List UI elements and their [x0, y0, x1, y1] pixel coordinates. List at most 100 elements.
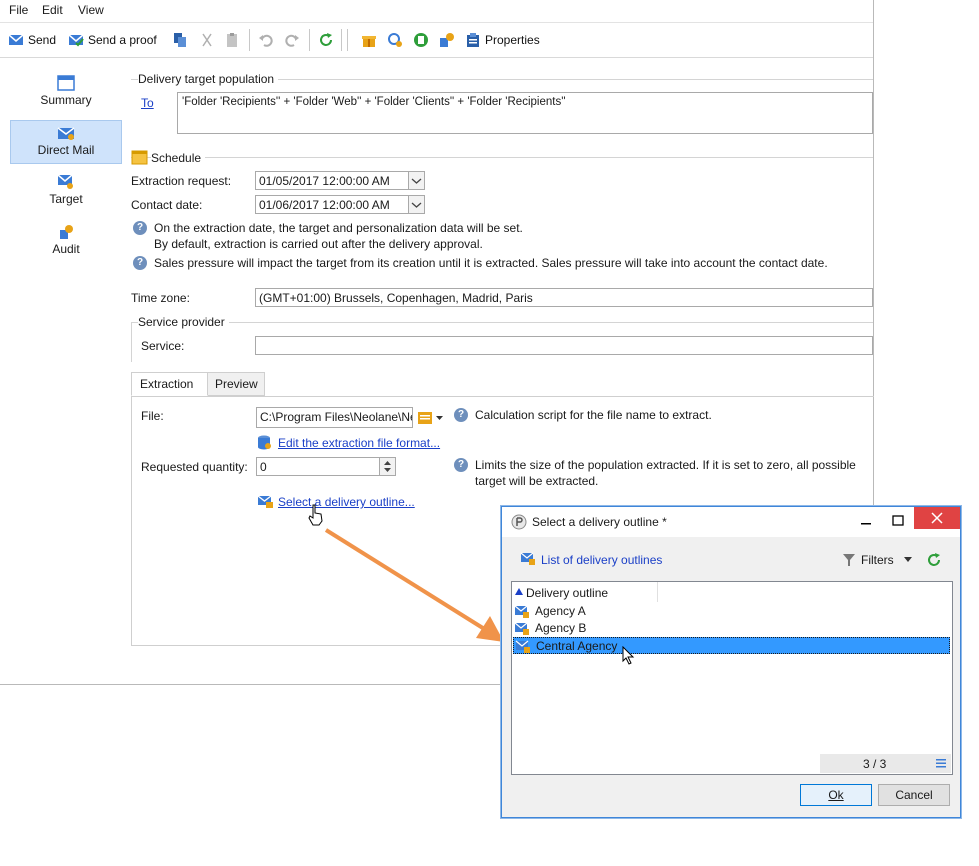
audit-icon — [60, 225, 73, 239]
quantity-stepper[interactable] — [379, 457, 396, 476]
window-icon — [57, 75, 75, 91]
service-provider-title: Service provider — [138, 315, 229, 329]
delivery-outline-icon — [514, 605, 529, 618]
menu-edit[interactable]: Edit — [42, 3, 63, 17]
file-info: Calculation script for the file name to … — [475, 408, 712, 422]
list-item-label: Central Agency — [536, 639, 618, 653]
file-label: File: — [141, 409, 164, 423]
send-proof-label: Send a proof — [88, 33, 157, 47]
refresh-icon[interactable] — [926, 552, 942, 568]
gift-icon[interactable] — [361, 32, 377, 48]
tab-preview[interactable]: Preview — [207, 372, 265, 396]
quantity-info-line1: Limits the size of the population extrac… — [475, 458, 856, 472]
list-item[interactable]: Agency B — [513, 620, 950, 637]
tab-extraction-label: Extraction — [140, 377, 194, 391]
nav-direct-mail[interactable]: Direct Mail — [10, 120, 122, 164]
to-field[interactable]: 'Folder 'Recipients'' + 'Folder 'Web'' +… — [177, 92, 873, 134]
envelope-check-icon — [68, 34, 84, 47]
close-icon — [931, 512, 943, 524]
nav-audit[interactable]: Audit — [10, 224, 122, 264]
list-menu-icon[interactable] — [936, 759, 946, 768]
file-field[interactable]: C:\Program Files\Neolane\Ne — [256, 407, 413, 428]
schedule-title: Schedule — [151, 151, 206, 165]
column-header-label: Delivery outline — [526, 586, 609, 600]
nav-audit-label: Audit — [52, 242, 80, 256]
copy-icon[interactable] — [172, 32, 188, 48]
time-zone-label: Time zone: — [131, 291, 190, 305]
contact-date-dropdown[interactable] — [408, 195, 425, 214]
delivery-outline-icon — [514, 622, 529, 635]
caret-down-icon[interactable] — [904, 557, 912, 563]
nav-target[interactable]: Target — [10, 174, 122, 214]
extraction-date-dropdown[interactable] — [408, 171, 425, 190]
audit-tools-icon[interactable] — [439, 32, 455, 48]
tab-extraction[interactable]: Extraction — [131, 372, 208, 396]
dialog-toolbar: List of delivery outlines Filters — [511, 545, 951, 575]
app-logo-icon — [511, 514, 527, 530]
undo-icon[interactable] — [258, 32, 274, 48]
service-field[interactable] — [255, 336, 873, 355]
time-zone-field[interactable]: (GMT+01:00) Brussels, Copenhagen, Madrid… — [255, 288, 873, 307]
list-item-label: Agency B — [535, 621, 587, 635]
envelope-icon — [8, 34, 24, 45]
pointer-arrow-icon — [324, 528, 504, 642]
list-item-selected[interactable]: Central Agency — [513, 637, 950, 654]
mail-icon — [57, 127, 75, 140]
column-header[interactable]: Delivery outline — [512, 582, 658, 602]
menu-bar: File Edit View — [0, 0, 873, 23]
target-population-title: Delivery target population — [138, 72, 279, 86]
nav-summary-label: Summary — [40, 93, 92, 107]
filter-icon[interactable] — [843, 553, 855, 567]
nav-direct-mail-label: Direct Mail — [37, 143, 95, 157]
menu-file[interactable]: File — [9, 3, 28, 17]
contact-date-label: Contact date: — [131, 198, 203, 212]
minimize-icon[interactable] — [858, 513, 874, 529]
caret-down-icon[interactable] — [435, 413, 444, 422]
extraction-info-line1: On the extraction date, the target and p… — [154, 221, 523, 235]
script-icon[interactable] — [417, 410, 433, 426]
send-proof-button[interactable]: Send a proof — [68, 29, 157, 51]
outline-list: Delivery outline Agency A Agency B Centr… — [511, 581, 953, 775]
help-icon: ? — [454, 458, 468, 472]
delivery-outline-icon — [257, 495, 273, 508]
toolbar: Send Send a proof Properties — [0, 23, 873, 58]
help-icon: ? — [133, 256, 147, 270]
redo-icon[interactable] — [284, 32, 300, 48]
extraction-request-field[interactable]: 01/05/2017 12:00:00 AM — [255, 171, 409, 190]
ok-label: Ok — [828, 788, 844, 802]
ok-button[interactable]: Ok — [800, 784, 872, 806]
maximize-icon[interactable] — [890, 513, 906, 529]
list-delivery-outlines-link[interactable]: List of delivery outlines — [541, 553, 662, 567]
target-mail-icon — [57, 174, 73, 189]
list-item-label: Agency A — [535, 604, 586, 618]
properties-button[interactable]: Properties — [465, 29, 540, 51]
cancel-label: Cancel — [895, 788, 933, 802]
close-button[interactable] — [914, 507, 960, 529]
refresh-icon[interactable] — [318, 32, 334, 48]
select-delivery-outline-link[interactable]: Select a delivery outline... — [278, 495, 415, 509]
chevron-down-icon — [411, 202, 422, 208]
tab-preview-label: Preview — [215, 377, 258, 391]
quantity-info-line2: target will be extracted. — [475, 474, 599, 488]
target-settings-icon[interactable] — [387, 32, 403, 48]
database-icon[interactable] — [413, 32, 429, 48]
contact-date-field[interactable]: 01/06/2017 12:00:00 AM — [255, 195, 409, 214]
sort-ascending-icon — [515, 588, 523, 595]
edit-extraction-format-link[interactable]: Edit the extraction file format... — [278, 436, 440, 450]
paste-icon[interactable] — [224, 32, 240, 48]
send-button[interactable]: Send — [8, 29, 56, 51]
properties-label: Properties — [485, 33, 540, 47]
nav-summary[interactable]: Summary — [10, 75, 122, 117]
dialog-title: Select a delivery outline * — [532, 515, 667, 529]
list-item[interactable]: Agency A — [513, 603, 950, 620]
requested-quantity-field[interactable]: 0 — [256, 457, 380, 476]
list-status-bar: 3 / 3 — [820, 754, 951, 773]
to-link[interactable]: To — [141, 96, 154, 110]
requested-quantity-label: Requested quantity: — [141, 460, 248, 474]
cancel-button[interactable]: Cancel — [878, 784, 950, 806]
select-outline-dialog: Select a delivery outline * List of deli… — [501, 506, 961, 818]
clipboard-icon — [467, 33, 479, 47]
cut-icon[interactable] — [199, 32, 215, 48]
menu-view[interactable]: View — [78, 3, 104, 17]
filters-button[interactable]: Filters — [861, 553, 894, 567]
